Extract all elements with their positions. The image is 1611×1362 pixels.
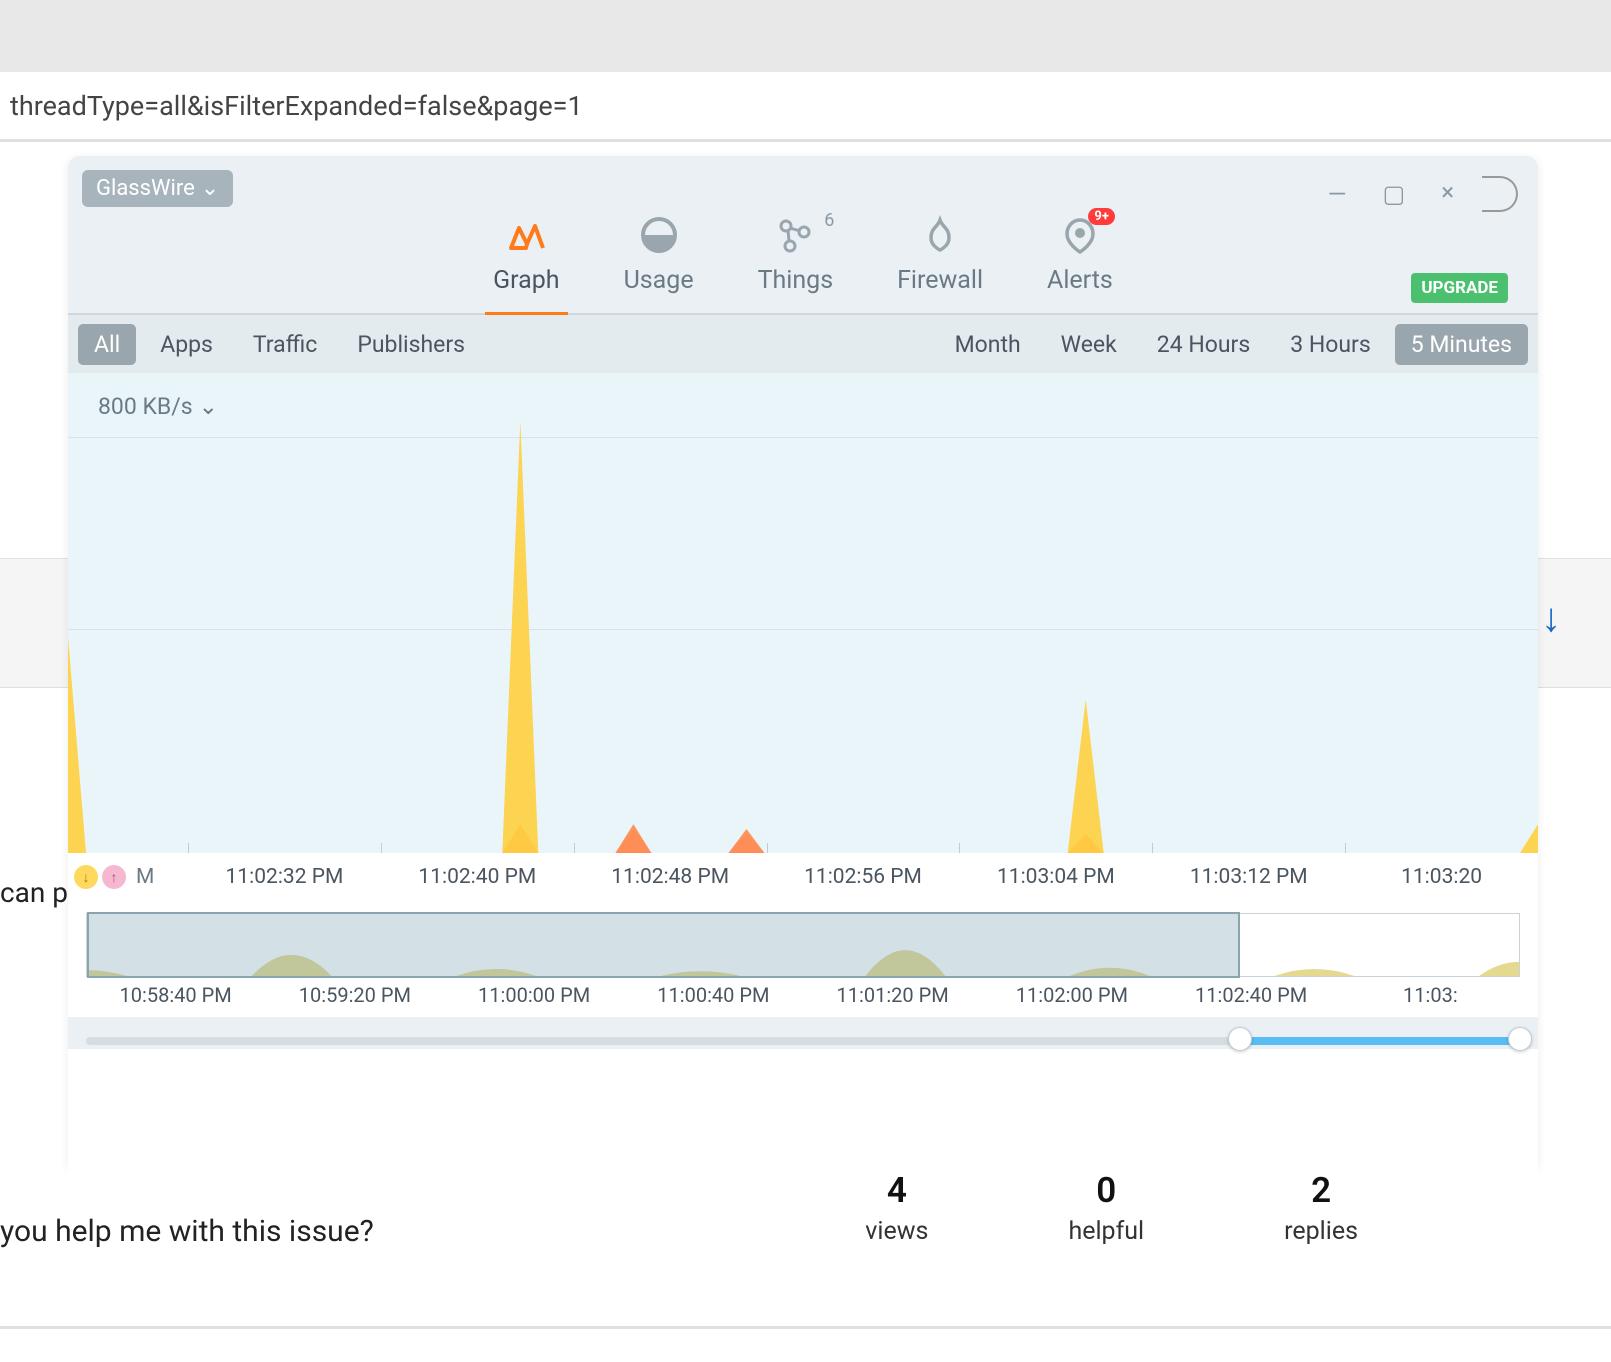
stat-replies: 2 replies — [1284, 1170, 1358, 1246]
tab-firewall-label: Firewall — [897, 266, 983, 295]
stat-views-label: views — [865, 1217, 928, 1246]
filter-all[interactable]: All — [78, 324, 136, 365]
things-count-badge: 6 — [824, 210, 834, 231]
mini-tick: 11:00:40 PM — [624, 983, 803, 1007]
app-title-dropdown[interactable]: GlassWire ⌄ — [82, 170, 233, 207]
mini-tick: 10:59:20 PM — [265, 983, 444, 1007]
range-24h[interactable]: 24 Hours — [1141, 324, 1266, 365]
tick-marks — [188, 843, 1538, 853]
upgrade-button[interactable]: UPGRADE — [1411, 273, 1508, 303]
mini-tick: 10:58:40 PM — [86, 983, 265, 1007]
filter-bar: All Apps Traffic Publishers Month Week 2… — [68, 313, 1538, 373]
overview-chart-area: 10:58:40 PM 10:59:20 PM 11:00:00 PM 11:0… — [68, 901, 1538, 1017]
post-body-fragment: you help me with this issue? — [0, 1214, 374, 1249]
tab-things[interactable]: 6 Things — [758, 214, 834, 313]
alerts-icon: 9+ — [1059, 214, 1101, 256]
graph-icon — [505, 214, 547, 256]
filter-publishers[interactable]: Publishers — [341, 324, 481, 365]
time-tick: 11:03:12 PM — [1152, 853, 1345, 901]
time-ticks: 11:02:32 PM 11:02:40 PM 11:02:48 PM 11:0… — [188, 853, 1538, 901]
stat-replies-label: replies — [1284, 1217, 1358, 1246]
things-icon: 6 — [774, 214, 816, 256]
time-tick: 11:02:40 PM — [381, 853, 574, 901]
range-month[interactable]: Month — [939, 324, 1037, 365]
time-slider[interactable] — [86, 1033, 1520, 1049]
window-controls: — ▢ × — [1328, 170, 1518, 212]
tab-usage[interactable]: Usage — [624, 214, 694, 313]
stat-helpful-label: helpful — [1068, 1217, 1144, 1246]
slider-handle-start[interactable] — [1228, 1027, 1252, 1051]
mini-tick: 11:02:40 PM — [1162, 983, 1341, 1007]
overview-chart[interactable] — [86, 913, 1520, 977]
minimize-button[interactable]: — — [1328, 180, 1347, 208]
stat-replies-value: 2 — [1284, 1170, 1358, 1211]
stat-helpful-value: 0 — [1068, 1170, 1144, 1211]
stat-views-value: 4 — [865, 1170, 928, 1211]
time-tick: 11:03:20 — [1345, 853, 1538, 901]
tab-graph[interactable]: Graph — [493, 214, 559, 313]
legend-mode[interactable]: M — [136, 865, 154, 889]
stat-views: 4 views — [865, 1170, 928, 1246]
usage-icon — [638, 214, 680, 256]
alerts-badge: 9+ — [1088, 208, 1115, 225]
glasswire-window: GlassWire ⌄ — ▢ × Graph Usage — [68, 156, 1538, 1166]
mini-tick: 11:03: — [1341, 983, 1520, 1007]
page-cropped-text: can p — [0, 876, 68, 909]
filter-views: All Apps Traffic Publishers — [78, 324, 481, 365]
time-tick: 11:03:04 PM — [959, 853, 1152, 901]
maximize-button[interactable]: ▢ — [1383, 180, 1406, 208]
mini-tick: 11:02:00 PM — [982, 983, 1161, 1007]
browser-url-bar[interactable]: threadType=all&isFilterExpanded=false&pa… — [0, 72, 1611, 142]
tab-graph-label: Graph — [493, 266, 559, 295]
titlebar: GlassWire ⌄ — ▢ × — [68, 156, 1538, 208]
time-tick: 11:02:56 PM — [767, 853, 960, 901]
tab-firewall[interactable]: Firewall — [897, 214, 983, 313]
time-axis: ↓ ↑ M 11:02:32 PM 11:02:40 PM 11:02:48 P… — [68, 853, 1538, 901]
chevron-down-icon: ⌄ — [201, 176, 219, 201]
mini-tick: 11:00:00 PM — [445, 983, 624, 1007]
window-edge-decoration — [1482, 176, 1518, 212]
url-text: threadType=all&isFilterExpanded=false&pa… — [10, 90, 583, 122]
range-week[interactable]: Week — [1045, 324, 1133, 365]
filter-ranges: Month Week 24 Hours 3 Hours 5 Minutes — [939, 324, 1528, 365]
slider-handle-end[interactable] — [1508, 1027, 1532, 1051]
stat-helpful: 0 helpful — [1068, 1170, 1144, 1246]
filter-traffic[interactable]: Traffic — [237, 324, 333, 365]
main-chart[interactable]: 800 KB/s ⌄ — [68, 373, 1538, 853]
legend-download-icon[interactable]: ↓ — [74, 865, 98, 889]
sort-arrow-down-icon[interactable]: ↓ — [1541, 594, 1561, 641]
slider-active-range — [1240, 1037, 1520, 1045]
main-tabs: Graph Usage 6 Things Firewall — [68, 208, 1538, 313]
tab-things-label: Things — [758, 266, 834, 295]
overview-selection[interactable] — [87, 912, 1240, 978]
page-divider — [0, 1326, 1611, 1329]
legend-upload-icon[interactable]: ↑ — [102, 865, 126, 889]
browser-toolbar-bg — [0, 0, 1611, 72]
tab-alerts[interactable]: 9+ Alerts — [1047, 214, 1113, 313]
mini-tick: 11:01:20 PM — [803, 983, 982, 1007]
overview-time-ticks: 10:58:40 PM 10:59:20 PM 11:00:00 PM 11:0… — [86, 983, 1520, 1007]
range-5min[interactable]: 5 Minutes — [1395, 324, 1528, 365]
filter-apps[interactable]: Apps — [144, 324, 229, 365]
time-tick: 11:02:32 PM — [188, 853, 381, 901]
range-3h[interactable]: 3 Hours — [1274, 324, 1387, 365]
time-tick: 11:02:48 PM — [574, 853, 767, 901]
tab-usage-label: Usage — [624, 266, 694, 295]
close-button[interactable]: × — [1441, 178, 1454, 206]
app-title-text: GlassWire — [96, 176, 195, 201]
firewall-icon — [919, 214, 961, 256]
chart-canvas — [68, 373, 1538, 853]
tab-alerts-label: Alerts — [1047, 266, 1113, 295]
